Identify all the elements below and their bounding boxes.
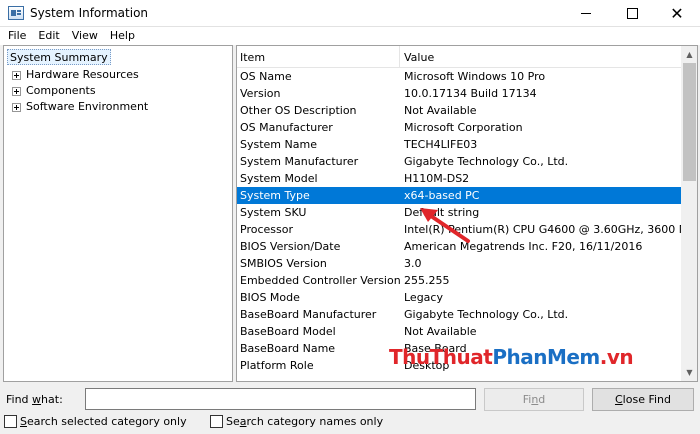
row-value-cell: 10.0.17134 Build 17134 bbox=[404, 87, 537, 100]
row-item-cell: BaseBoard Model bbox=[240, 325, 336, 338]
table-row[interactable]: System Type x64-based PC bbox=[237, 187, 681, 204]
window-title: System Information bbox=[30, 6, 149, 20]
table-row[interactable]: BaseBoard Model Not Available bbox=[237, 323, 681, 340]
row-item-cell: System Name bbox=[240, 138, 317, 151]
row-value-cell: H110M-DS2 bbox=[404, 172, 470, 185]
row-item-cell: BaseBoard Manufacturer bbox=[240, 308, 377, 321]
expand-plus-icon[interactable] bbox=[12, 71, 21, 80]
row-item-cell: OS Manufacturer bbox=[240, 121, 333, 134]
row-value-cell: 3.0 bbox=[404, 257, 422, 270]
table-row[interactable]: System Model H110M-DS2 bbox=[237, 170, 681, 187]
table-row[interactable]: SMBIOS Version 3.0 bbox=[237, 255, 681, 272]
search-selected-category-label[interactable]: Search selected category only bbox=[20, 415, 187, 428]
table-row[interactable]: System Name TECH4LIFE03 bbox=[237, 136, 681, 153]
search-category-names-label[interactable]: Search category names only bbox=[226, 415, 383, 428]
watermark: ThuThuatPhanMem.vn bbox=[389, 345, 634, 369]
table-row[interactable]: Embedded Controller Version 255.255 bbox=[237, 272, 681, 289]
row-value-cell: Microsoft Windows 10 Pro bbox=[404, 70, 546, 83]
table-row[interactable]: BIOS Mode Legacy bbox=[237, 289, 681, 306]
row-item-cell: Embedded Controller Version bbox=[240, 274, 401, 287]
row-value-cell: Default string bbox=[404, 206, 480, 219]
menu-help[interactable]: Help bbox=[104, 27, 141, 45]
row-item-cell: System Model bbox=[240, 172, 318, 185]
tree-item-label: Hardware Resources bbox=[26, 68, 139, 81]
scroll-up-arrow-icon[interactable]: ▲ bbox=[681, 46, 697, 63]
row-value-cell: 255.255 bbox=[404, 274, 450, 287]
vertical-scrollbar[interactable]: ▲ ▼ bbox=[681, 46, 697, 381]
row-value-cell: Gigabyte Technology Co., Ltd. bbox=[404, 308, 569, 321]
row-value-cell: TECH4LIFE03 bbox=[404, 138, 478, 151]
row-item-cell: BIOS Version/Date bbox=[240, 240, 341, 253]
menu-edit[interactable]: Edit bbox=[32, 27, 65, 45]
tree-item-label: Software Environment bbox=[26, 100, 149, 113]
find-what-input[interactable] bbox=[85, 388, 476, 410]
close-icon[interactable]: ✕ bbox=[654, 0, 700, 27]
table-row[interactable]: BIOS Version/Date American Megatrends Inc… bbox=[237, 238, 681, 255]
row-value-cell: Not Available bbox=[404, 104, 477, 117]
row-value-cell: Microsoft Corporation bbox=[404, 121, 523, 134]
row-value-cell: x64-based PC bbox=[404, 189, 480, 202]
table-row[interactable]: Version 10.0.17134 Build 17134 bbox=[237, 85, 681, 102]
row-value-cell: American Megatrends Inc. F20, 16/11/2016 bbox=[404, 240, 643, 253]
row-value-cell: Legacy bbox=[404, 291, 443, 304]
row-value-cell: Not Available bbox=[404, 325, 477, 338]
column-divider[interactable] bbox=[399, 46, 400, 68]
row-value-cell: Gigabyte Technology Co., Ltd. bbox=[404, 155, 569, 168]
tree-item-system-summary[interactable]: System Summary bbox=[7, 49, 111, 65]
row-item-cell: System SKU bbox=[240, 206, 307, 219]
maximize-button[interactable] bbox=[609, 0, 655, 27]
scrollbar-thumb[interactable] bbox=[683, 63, 696, 181]
row-item-cell: Platform Role bbox=[240, 359, 314, 372]
column-header-value[interactable]: Value bbox=[404, 51, 434, 64]
table-row[interactable]: System Manufacturer Gigabyte Technology C… bbox=[237, 153, 681, 170]
row-item-cell: System Type bbox=[240, 189, 310, 202]
row-item-cell: Processor bbox=[240, 223, 293, 236]
menu-bar: File Edit View Help bbox=[0, 27, 700, 45]
row-value-cell: Intel(R) Pentium(R) CPU G4600 @ 3.60GHz,… bbox=[404, 223, 681, 236]
category-tree: System Summary Hardware Resources Compon… bbox=[3, 45, 233, 382]
tree-item-label: Components bbox=[26, 84, 96, 97]
column-header-item[interactable]: Item bbox=[240, 51, 265, 64]
details-list: Item Value OS Name Microsoft Windows 10 P… bbox=[236, 45, 698, 382]
table-row[interactable]: Processor Intel(R) Pentium(R) CPU G4600 @… bbox=[237, 221, 681, 238]
table-row[interactable]: BaseBoard Manufacturer Gigabyte Technolog… bbox=[237, 306, 681, 323]
row-item-cell: System Manufacturer bbox=[240, 155, 359, 168]
table-row[interactable]: System SKU Default string bbox=[237, 204, 681, 221]
system-information-icon bbox=[8, 6, 24, 20]
scroll-down-arrow-icon[interactable]: ▼ bbox=[681, 364, 697, 381]
close-find-button[interactable]: Close Find bbox=[592, 388, 694, 411]
expand-plus-icon[interactable] bbox=[12, 103, 21, 112]
find-what-label: Find what: bbox=[6, 393, 63, 406]
row-item-cell: OS Name bbox=[240, 70, 292, 83]
table-row[interactable]: OS Manufacturer Microsoft Corporation bbox=[237, 119, 681, 136]
row-item-cell: SMBIOS Version bbox=[240, 257, 327, 270]
row-item-cell: Version bbox=[240, 87, 281, 100]
menu-file[interactable]: File bbox=[2, 27, 32, 45]
menu-view[interactable]: View bbox=[66, 27, 104, 45]
expand-plus-icon[interactable] bbox=[12, 87, 21, 96]
list-header: Item Value bbox=[237, 46, 681, 68]
row-item-cell: BaseBoard Name bbox=[240, 342, 336, 355]
table-row[interactable]: OS Name Microsoft Windows 10 Pro bbox=[237, 68, 681, 85]
table-row[interactable]: Other OS Description Not Available bbox=[237, 102, 681, 119]
search-selected-category-checkbox[interactable] bbox=[4, 415, 17, 428]
row-item-cell: Other OS Description bbox=[240, 104, 357, 117]
search-category-names-checkbox[interactable] bbox=[210, 415, 223, 428]
minimize-button[interactable] bbox=[563, 0, 609, 27]
find-button[interactable]: Fi n d bbox=[484, 388, 584, 411]
title-bar: System Information ✕ bbox=[0, 0, 700, 27]
row-item-cell: BIOS Mode bbox=[240, 291, 300, 304]
